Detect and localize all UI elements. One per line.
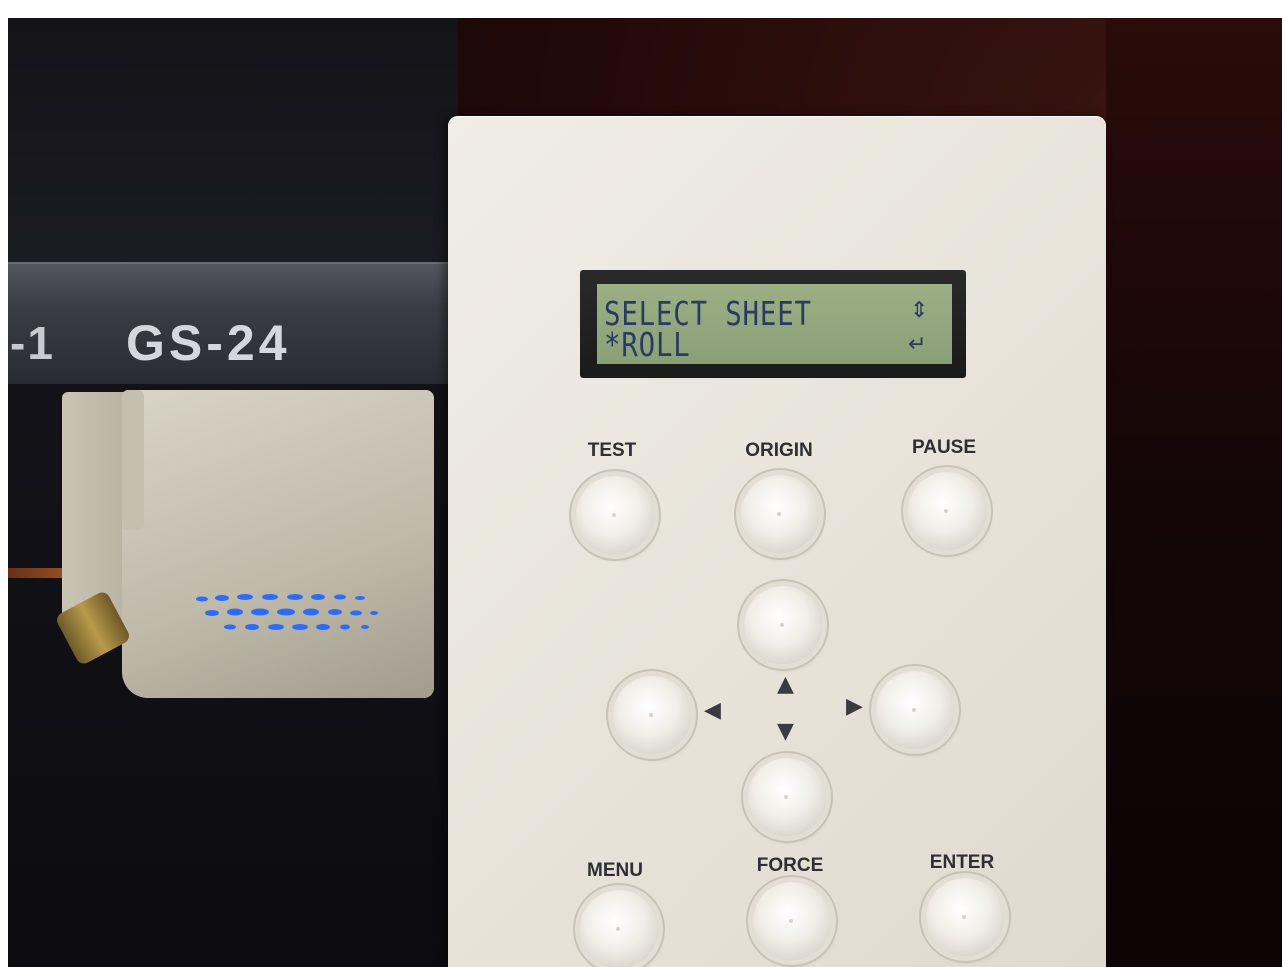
test-label: TEST: [587, 440, 637, 461]
left-button[interactable]: [613, 676, 691, 754]
arrow-right-icon: ▶: [846, 694, 863, 719]
button-highlight: [649, 713, 653, 717]
menu-label: MENU: [587, 860, 643, 881]
enter-label: ENTER: [929, 852, 995, 873]
left-white-strip: [0, 18, 8, 967]
model-label-partial: -1: [10, 317, 55, 369]
button-highlight: [612, 513, 616, 517]
arrow-down-icon: ▼: [777, 719, 794, 744]
top-white-strip: [0, 0, 1282, 18]
button-highlight: [616, 927, 620, 931]
pause-button[interactable]: [908, 472, 986, 550]
background-right: [1106, 18, 1282, 967]
cutting-carriage: [122, 390, 434, 698]
photo-scene: -1 GS-24 SELECT SHEET *ROLL ⇕ ↵ TEST ORI…: [0, 0, 1282, 967]
button-highlight: [780, 623, 784, 627]
arrow-up-icon: ▲: [777, 672, 794, 697]
up-down-arrows-icon: ⇕: [910, 298, 929, 323]
button-highlight: [784, 795, 788, 799]
force-label: FORCE: [756, 855, 824, 876]
model-label: GS-24: [126, 315, 291, 371]
button-highlight: [912, 708, 916, 712]
up-button[interactable]: [744, 586, 822, 664]
carriage-edge: [122, 390, 144, 530]
test-button[interactable]: [576, 476, 654, 554]
menu-button[interactable]: [580, 890, 658, 967]
button-highlight: [944, 509, 948, 513]
origin-button[interactable]: [741, 475, 819, 553]
right-button[interactable]: [876, 671, 954, 749]
enter-button[interactable]: [926, 878, 1004, 956]
origin-label: ORIGIN: [745, 440, 813, 461]
down-button[interactable]: [748, 758, 826, 836]
button-highlight: [962, 915, 966, 919]
enter-return-icon: ↵: [908, 332, 927, 357]
pause-label: PAUSE: [911, 437, 977, 458]
printer-top-cover: [8, 18, 458, 268]
force-button[interactable]: [753, 882, 831, 960]
lcd-line-2: *ROLL: [604, 325, 691, 364]
button-highlight: [789, 919, 793, 923]
button-highlight: [777, 512, 781, 516]
carriage-led-array: [196, 594, 378, 630]
arrow-left-icon: ◀: [704, 698, 721, 723]
